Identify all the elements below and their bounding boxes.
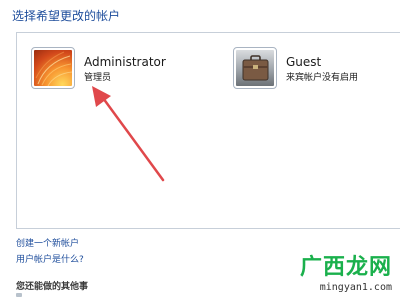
- watermark-url: mingyan1.com: [319, 282, 392, 293]
- create-account-link[interactable]: 创建一个新帐户: [16, 236, 79, 249]
- site-watermark: 广西龙网 mingyan1.com: [300, 254, 392, 294]
- what-is-account-link[interactable]: 用户帐户是什么?: [16, 252, 84, 265]
- task-bullet: [16, 293, 22, 297]
- other-tasks-heading: 您还能做的其他事: [16, 282, 89, 292]
- watermark-logo: 广西龙网: [299, 255, 392, 280]
